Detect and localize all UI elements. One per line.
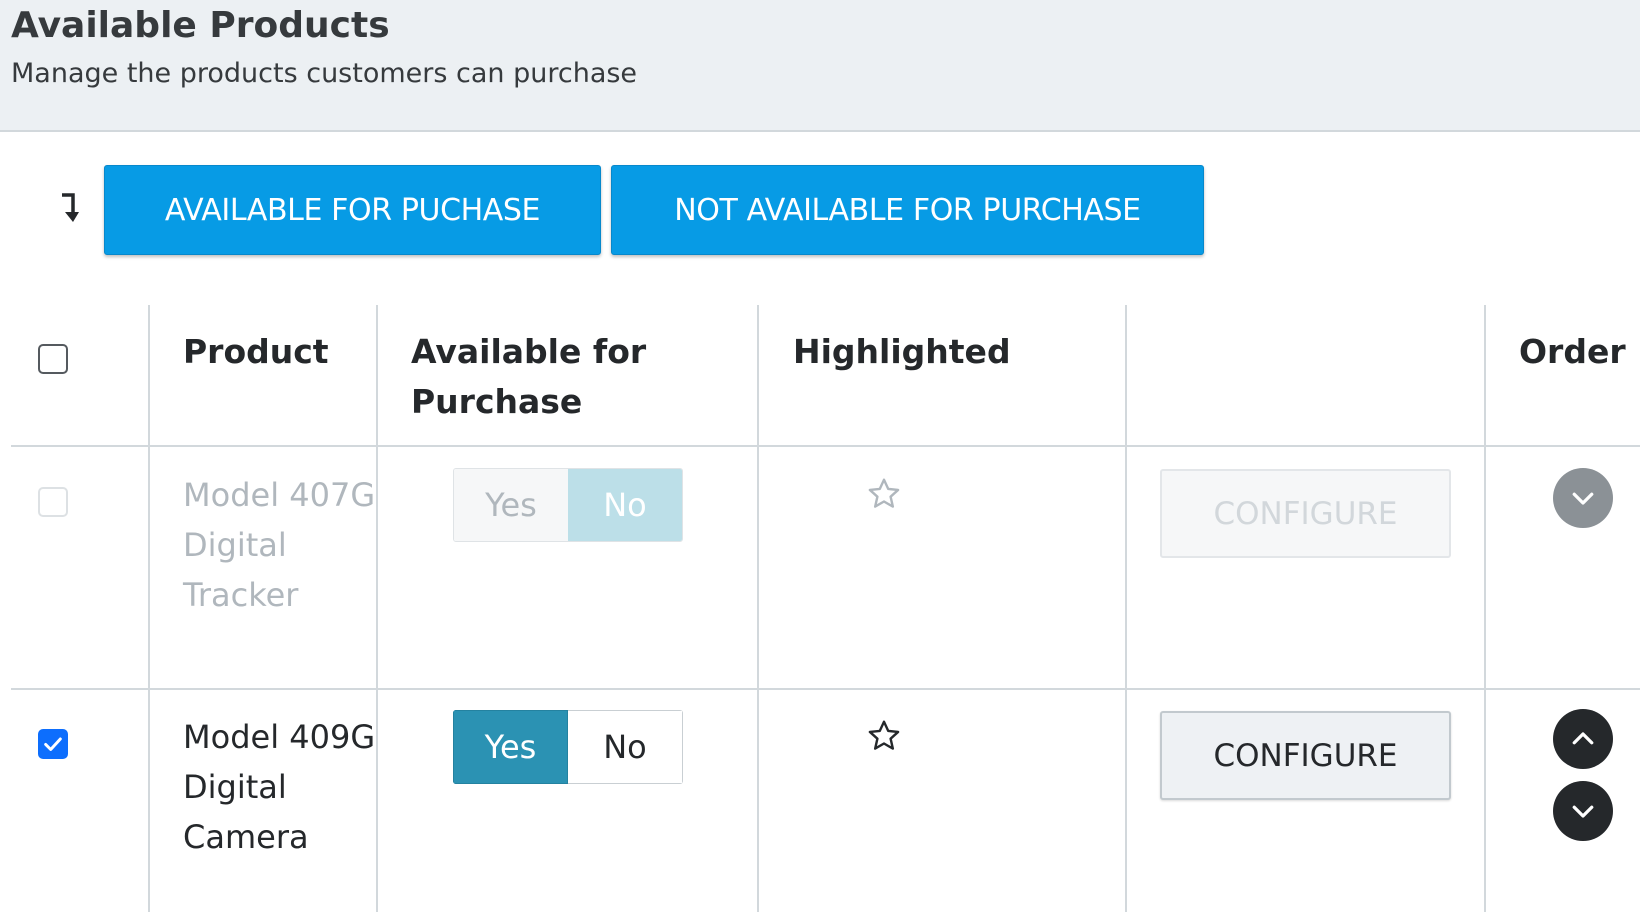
not-available-for-purchase-button[interactable]: NOT AVAILABLE FOR PURCHASE [611, 165, 1204, 255]
star-outline-icon[interactable] [866, 718, 902, 754]
product-name: Model 409G Digital Camera [183, 718, 376, 856]
page-subtitle: Manage the products customers can purcha… [11, 58, 638, 89]
row-select-checkbox[interactable] [38, 487, 68, 517]
column-divider [148, 305, 150, 912]
column-divider [1484, 305, 1486, 912]
availability-toggle[interactable]: Yes No [453, 710, 683, 784]
configure-button[interactable]: CONFIGURE [1160, 469, 1451, 558]
page-title: Available Products [11, 5, 390, 46]
availability-no-option[interactable]: No [568, 710, 683, 784]
sort-down-arrow-icon[interactable] [58, 192, 80, 224]
row-divider [11, 688, 1640, 690]
configure-button[interactable]: CONFIGURE [1160, 711, 1451, 800]
move-down-button[interactable] [1553, 781, 1613, 841]
available-for-purchase-button[interactable]: AVAILABLE FOR PUCHASE [104, 165, 601, 255]
column-header-product[interactable]: Product [183, 327, 329, 377]
chevron-down-icon [1572, 492, 1594, 505]
select-all-checkbox[interactable] [38, 344, 68, 374]
chevron-down-icon [1572, 805, 1594, 818]
availability-yes-option[interactable]: Yes [453, 710, 568, 784]
column-header-order[interactable]: Order [1519, 327, 1626, 377]
column-divider [757, 305, 759, 912]
star-outline-icon[interactable] [866, 476, 902, 512]
move-up-button[interactable] [1553, 709, 1613, 769]
column-header-available-for-purchase[interactable]: Available for Purchase [411, 327, 711, 427]
checkmark-icon [44, 737, 62, 751]
row-select-checkbox[interactable] [38, 729, 68, 759]
column-header-highlighted[interactable]: Highlighted [793, 327, 1011, 377]
move-down-button[interactable] [1553, 468, 1613, 528]
availability-no-option[interactable]: No [568, 469, 682, 541]
availability-yes-option[interactable]: Yes [454, 469, 568, 541]
column-divider [1125, 305, 1127, 912]
product-name: Model 407G Digital Tracker [183, 476, 376, 614]
header-row-divider [11, 445, 1640, 447]
chevron-up-icon [1572, 732, 1594, 745]
page-header: Available Products Manage the products c… [0, 0, 1640, 132]
availability-toggle[interactable]: Yes No [453, 468, 683, 542]
